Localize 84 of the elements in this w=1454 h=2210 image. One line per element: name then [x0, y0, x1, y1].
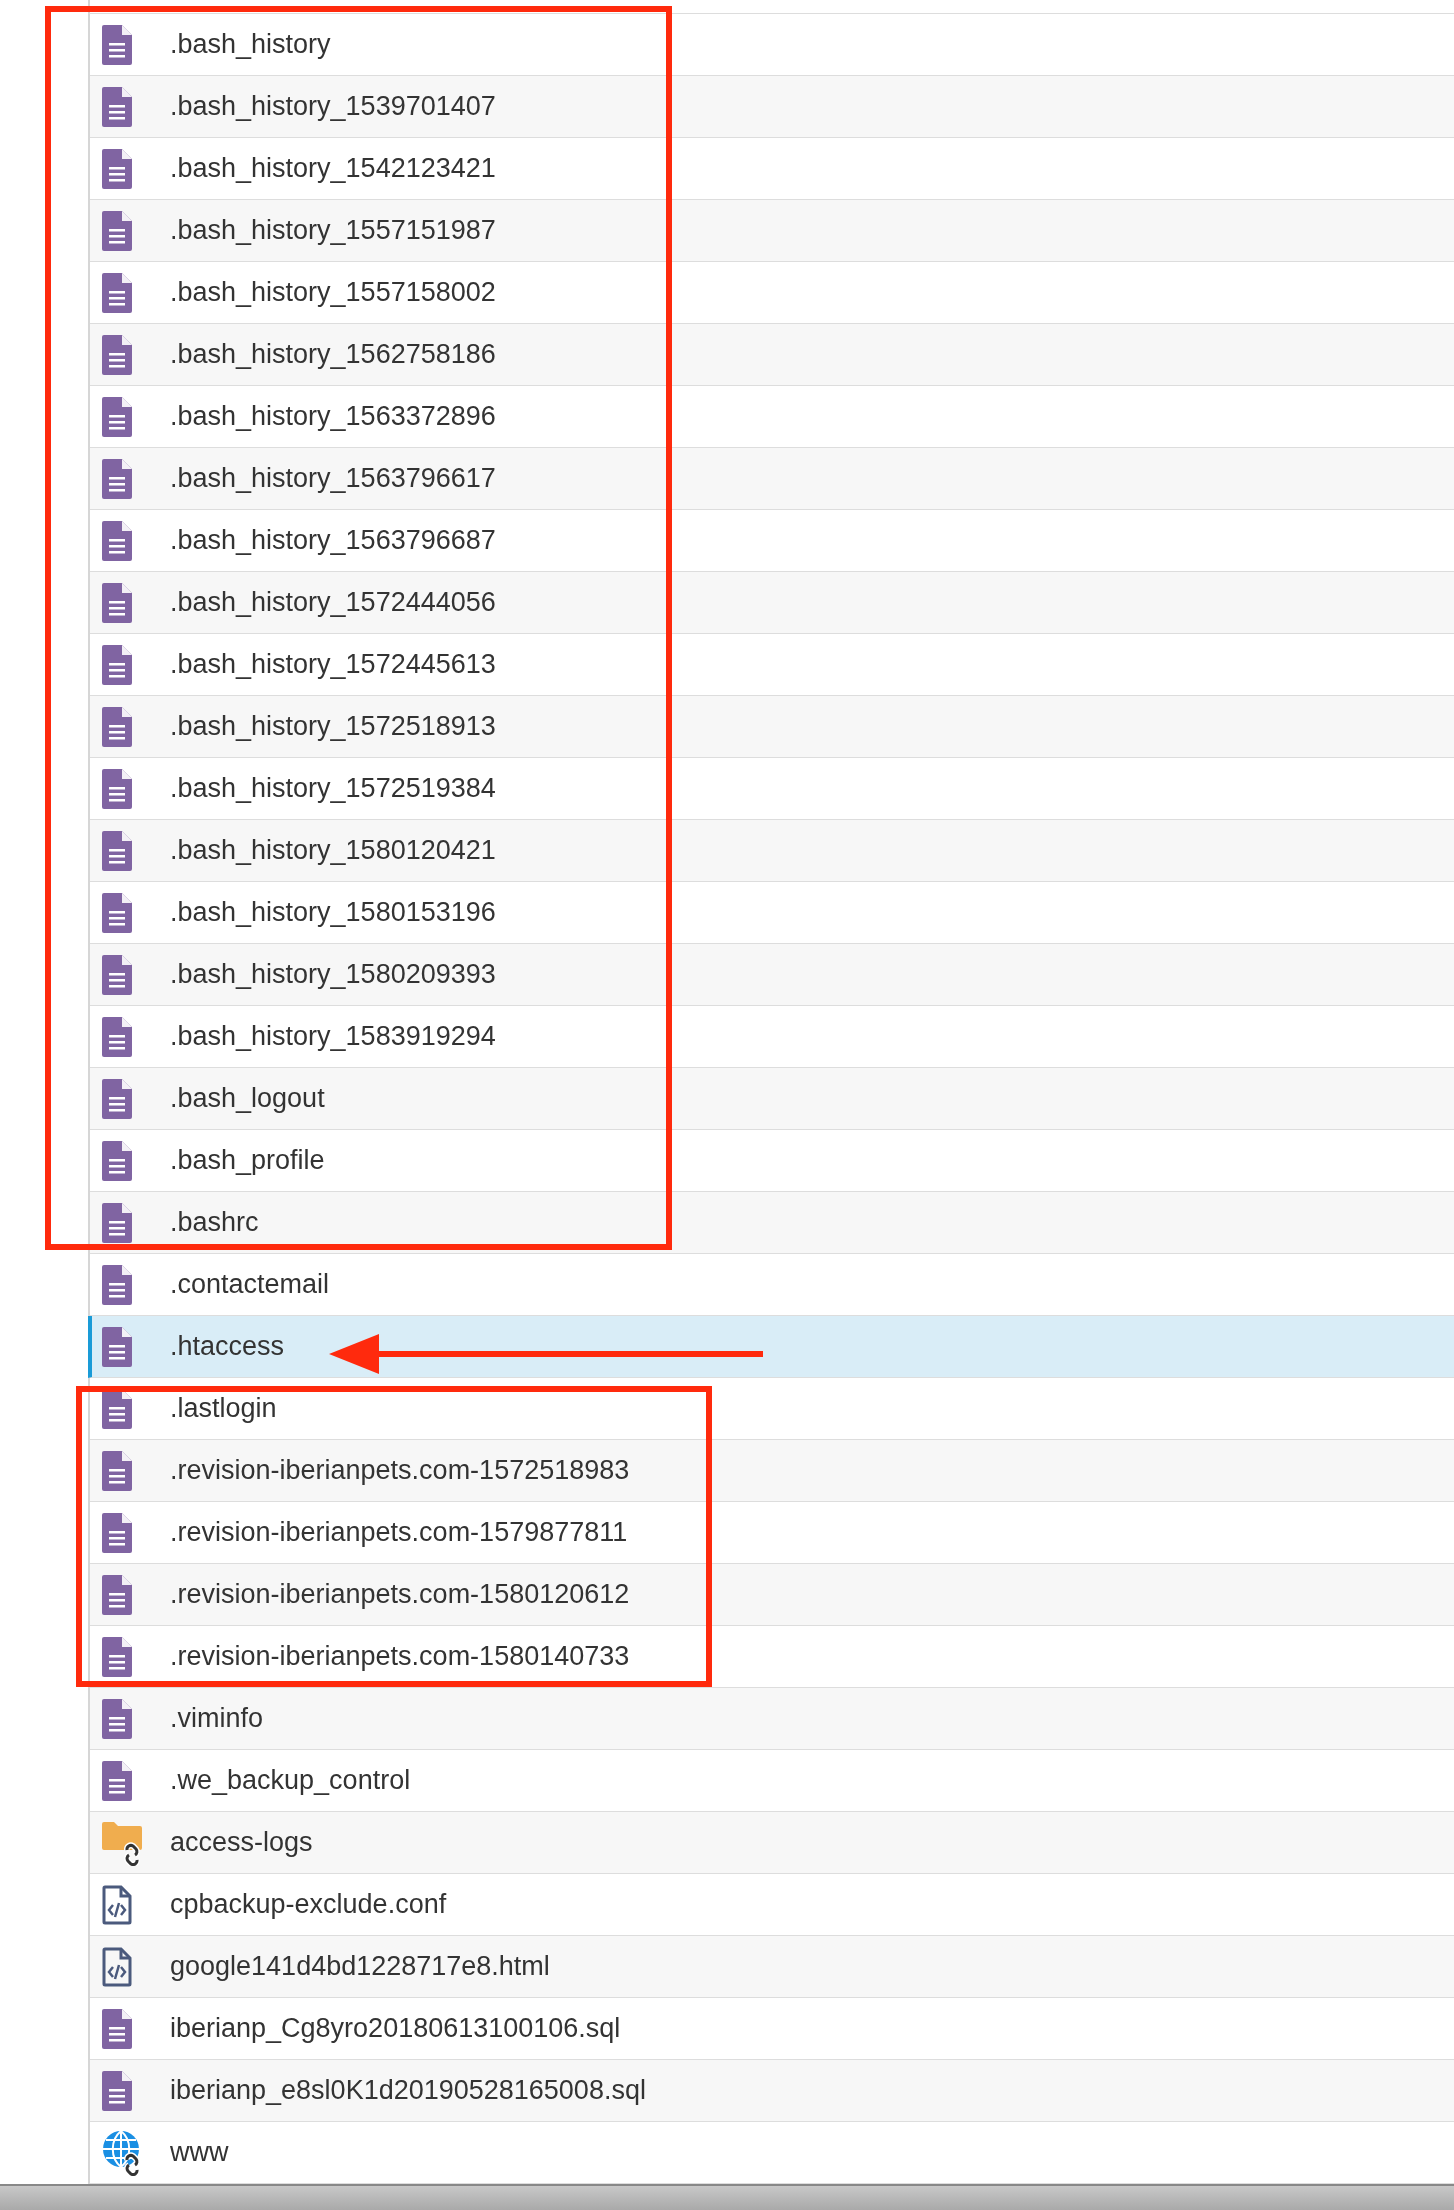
- document-icon: [102, 2070, 132, 2111]
- file-name: .bash_history_1583919294: [170, 1020, 496, 1054]
- file-name: .bash_history_1563796687: [170, 524, 496, 558]
- file-name: iberianp_e8sl0K1d20190528165008.sql: [170, 2074, 646, 2108]
- code-file-icon: [102, 1946, 132, 1987]
- file-row[interactable]: .htaccess: [88, 1316, 1454, 1378]
- file-row[interactable]: .bash_logout: [90, 1068, 1454, 1130]
- document-icon: [102, 1326, 132, 1367]
- file-name: .bash_history_1563796617: [170, 462, 496, 496]
- file-name: .bash_history_1557158002: [170, 276, 496, 310]
- document-icon: [102, 1760, 132, 1801]
- file-name: .bash_history_1542123421: [170, 152, 496, 186]
- file-row[interactable]: google141d4bd1228717e8.html: [90, 1936, 1454, 1998]
- code-file-icon: [102, 1884, 132, 1925]
- file-name: .bash_history_1539701407: [170, 90, 496, 124]
- document-icon: [102, 396, 132, 437]
- file-name: .bash_history_1580209393: [170, 958, 496, 992]
- file-name: cpbackup-exclude.conf: [170, 1888, 447, 1922]
- file-name: .bash_history_1580120421: [170, 834, 496, 868]
- file-name: .we_backup_control: [170, 1764, 411, 1798]
- document-icon: [102, 334, 132, 375]
- document-icon: [102, 1636, 132, 1677]
- file-row[interactable]: .bash_history_1572518913: [90, 696, 1454, 758]
- file-name: .bash_profile: [170, 1144, 325, 1178]
- document-icon: [102, 148, 132, 189]
- file-name: .bash_history_1572445613: [170, 648, 496, 682]
- file-name: .bash_logout: [170, 1082, 325, 1116]
- document-icon: [102, 1574, 132, 1615]
- file-row[interactable]: .viminfo: [90, 1688, 1454, 1750]
- file-name: .bash_history_1563372896: [170, 400, 496, 434]
- document-icon: [102, 210, 132, 251]
- file-row[interactable]: .revision-iberianpets.com-1572518983: [90, 1440, 1454, 1502]
- document-icon: [102, 1140, 132, 1181]
- file-name: .bash_history_1580153196: [170, 896, 496, 930]
- file-name: .revision-iberianpets.com-1572518983: [170, 1454, 630, 1488]
- file-name: iberianp_Cg8yro20180613100106.sql: [170, 2012, 621, 2046]
- document-icon: [102, 24, 132, 65]
- document-icon: [102, 458, 132, 499]
- file-row[interactable]: .bash_history_1563796617: [90, 448, 1454, 510]
- file-row[interactable]: .bash_history_1539701407: [90, 76, 1454, 138]
- file-row[interactable]: .bash_history_1562758186: [90, 324, 1454, 386]
- file-name: .bash_history_1562758186: [170, 338, 496, 372]
- document-icon: [102, 1078, 132, 1119]
- document-icon: [102, 1512, 132, 1553]
- file-name: .revision-iberianpets.com-1579877811: [170, 1516, 628, 1550]
- document-icon: [102, 706, 132, 747]
- document-icon: [102, 1264, 132, 1305]
- file-name: .viminfo: [170, 1702, 264, 1736]
- document-icon: [102, 830, 132, 871]
- document-icon: [102, 768, 132, 809]
- file-row[interactable]: iberianp_e8sl0K1d20190528165008.sql: [90, 2060, 1454, 2122]
- file-name: .contactemail: [170, 1268, 330, 1302]
- document-icon: [102, 1450, 132, 1491]
- document-icon: [102, 520, 132, 561]
- file-name: .bash_history_1572444056: [170, 586, 496, 620]
- document-icon: [102, 86, 132, 127]
- file-name: access-logs: [170, 1826, 313, 1860]
- document-icon: [102, 1016, 132, 1057]
- file-name: .bash_history: [170, 28, 331, 62]
- file-row[interactable]: .bash_history_1557151987: [90, 200, 1454, 262]
- file-name: .bash_history_1557151987: [170, 214, 496, 248]
- document-icon: [102, 954, 132, 995]
- file-row[interactable]: .bashrc: [90, 1192, 1454, 1254]
- document-icon: [102, 272, 132, 313]
- file-row[interactable]: .revision-iberianpets.com-1580120612: [90, 1564, 1454, 1626]
- file-name: .revision-iberianpets.com-1580120612: [170, 1578, 630, 1612]
- file-row[interactable]: access-logs: [90, 1812, 1454, 1874]
- document-icon: [102, 644, 132, 685]
- document-icon: [102, 582, 132, 623]
- file-name: .bashrc: [170, 1206, 259, 1240]
- file-name: google141d4bd1228717e8.html: [170, 1950, 550, 1984]
- file-name: .bash_history_1572519384: [170, 772, 496, 806]
- file-row[interactable]: .bash_history_1580120421: [90, 820, 1454, 882]
- file-name: .htaccess: [170, 1330, 285, 1364]
- file-row[interactable]: .bash_history_1580209393: [90, 944, 1454, 1006]
- file-name: www: [170, 2136, 229, 2170]
- document-icon: [102, 1698, 132, 1739]
- file-row[interactable]: .bash_history_1572444056: [90, 572, 1454, 634]
- file-name: .revision-iberianpets.com-1580140733: [170, 1640, 630, 1674]
- document-icon: [102, 2008, 132, 2049]
- file-name: .bash_history_1572518913: [170, 710, 496, 744]
- document-icon: [102, 892, 132, 933]
- document-icon: [102, 1202, 132, 1243]
- file-name: .lastlogin: [170, 1392, 277, 1426]
